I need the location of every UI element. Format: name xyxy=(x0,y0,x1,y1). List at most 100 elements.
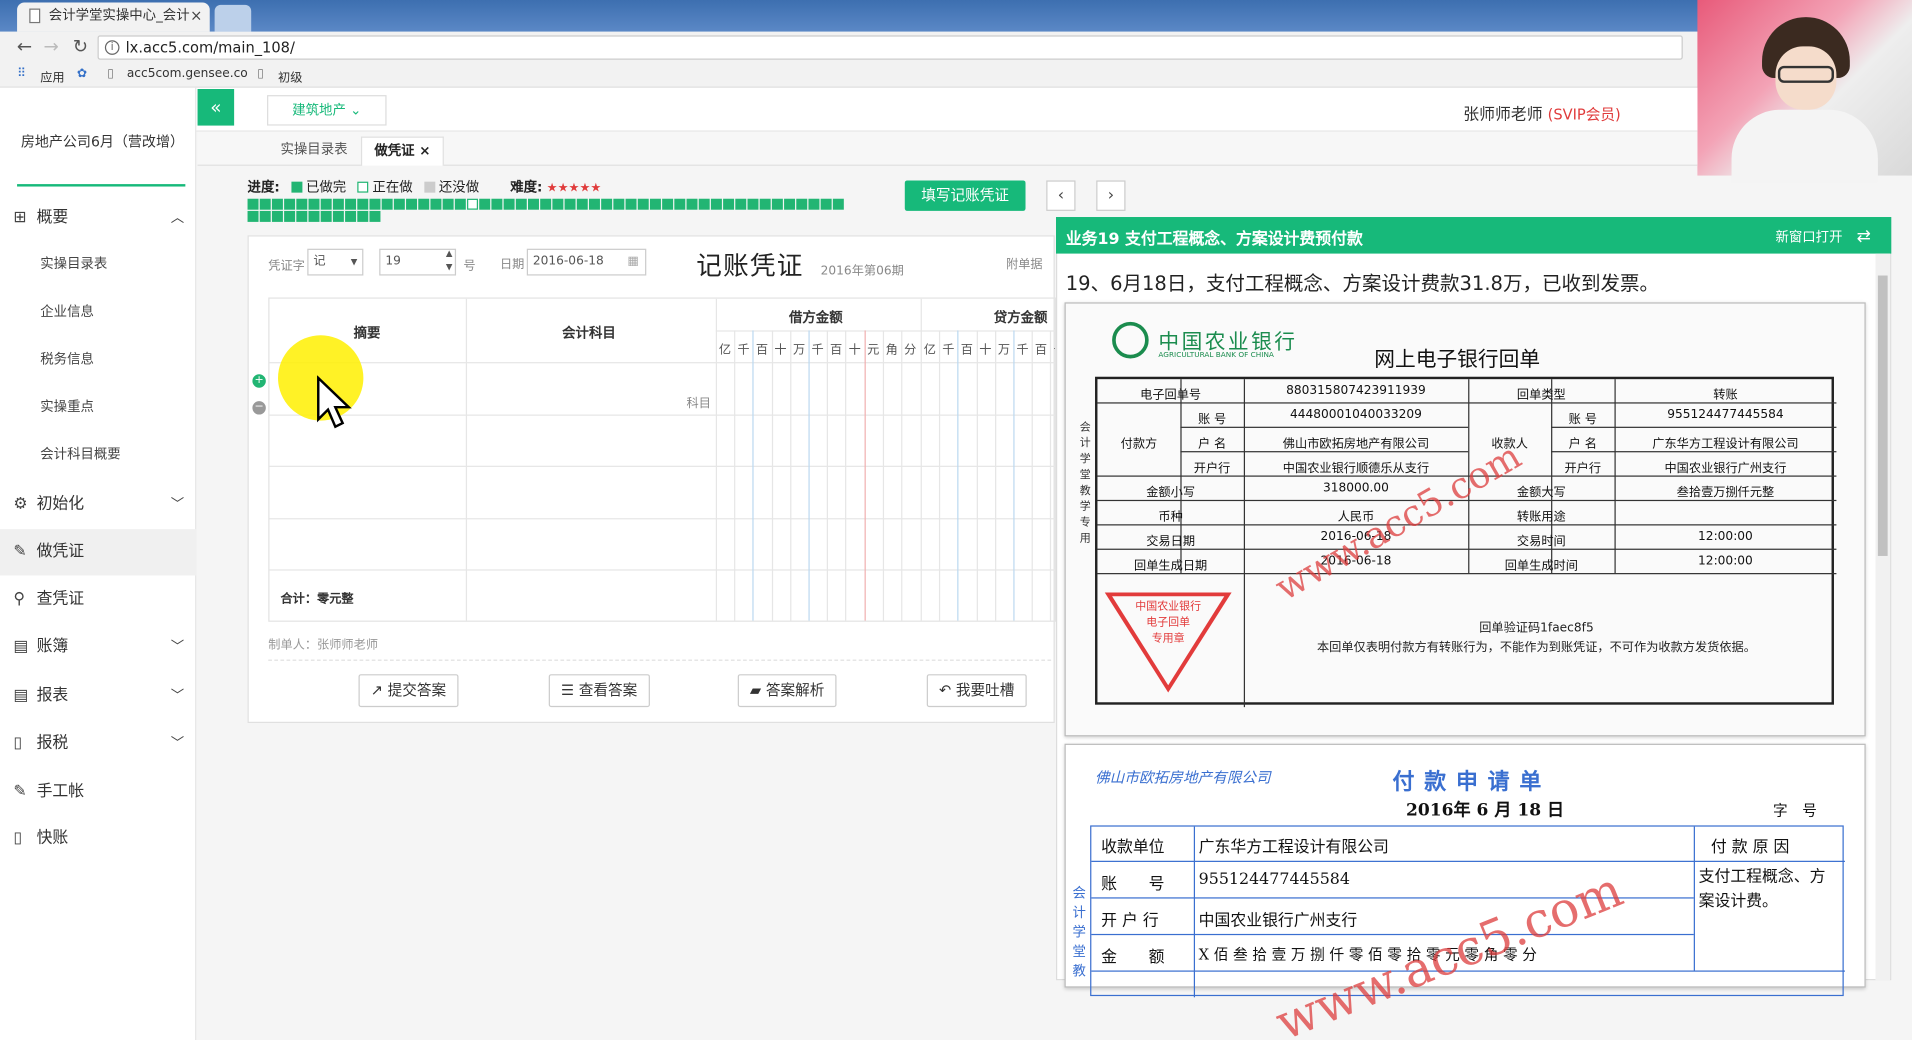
sidebar-item-overview[interactable]: ⊞ 概要 ︿ xyxy=(0,195,196,241)
progress-block[interactable] xyxy=(564,198,576,210)
progress-block[interactable] xyxy=(784,198,796,210)
progress-block[interactable] xyxy=(601,198,613,210)
progress-block[interactable] xyxy=(808,198,820,210)
sidebar-item-manual[interactable]: ✎ 手工帐 xyxy=(0,769,196,815)
next-task-button[interactable]: › xyxy=(1096,180,1126,211)
fill-voucher-button[interactable]: 填写记账凭证 xyxy=(904,180,1026,211)
reload-icon[interactable]: ↻ xyxy=(68,35,92,57)
sidebar-sub-company-info[interactable]: 企业信息 xyxy=(0,289,196,335)
progress-block[interactable] xyxy=(418,198,430,210)
progress-block[interactable] xyxy=(247,210,259,222)
progress-block[interactable] xyxy=(381,198,393,210)
panel-scrollbar[interactable] xyxy=(1875,253,1891,981)
progress-block[interactable] xyxy=(710,198,722,210)
progress-block[interactable] xyxy=(637,198,649,210)
progress-block[interactable] xyxy=(259,198,271,210)
progress-block[interactable] xyxy=(406,198,418,210)
progress-block[interactable] xyxy=(345,198,357,210)
progress-block[interactable] xyxy=(369,198,381,210)
sidebar-sub-catalog[interactable]: 实操目录表 xyxy=(0,241,196,287)
progress-block[interactable] xyxy=(674,198,686,210)
progress-block[interactable] xyxy=(320,198,332,210)
progress-block[interactable] xyxy=(576,198,588,210)
new-tab-button[interactable] xyxy=(214,4,252,32)
voucher-word-select[interactable]: 记 ▼ xyxy=(307,248,364,276)
progress-block[interactable] xyxy=(796,198,808,210)
feedback-button[interactable]: ↶ 我要吐槽 xyxy=(926,674,1027,708)
calendar-icon[interactable]: ▦ xyxy=(627,250,639,274)
progress-block[interactable] xyxy=(613,198,625,210)
progress-block[interactable] xyxy=(332,210,344,222)
bookmark-apps[interactable]: 应用 xyxy=(40,67,64,85)
progress-block[interactable] xyxy=(479,198,491,210)
progress-block[interactable] xyxy=(259,210,271,222)
url-input[interactable]: i lx.acc5.com/main_108/ xyxy=(97,35,1683,60)
view-answer-button[interactable]: ☰ 查看答案 xyxy=(548,674,650,708)
sector-dropdown[interactable]: 建筑地产 ⌄ xyxy=(267,95,387,126)
stepper-icon[interactable]: ▲ ▼ xyxy=(446,247,453,274)
apps-grid-icon[interactable]: ⠿ xyxy=(17,67,26,80)
progress-block[interactable] xyxy=(698,198,710,210)
sidebar-sub-accounts[interactable]: 会计科目概要 xyxy=(0,432,196,478)
progress-block[interactable] xyxy=(271,210,283,222)
bookmark-gensee[interactable]: acc5com.gensee.co xyxy=(127,67,248,80)
progress-block[interactable] xyxy=(357,198,369,210)
sidebar-item-quick[interactable]: ▯ 快账 xyxy=(0,816,196,862)
account-placeholder[interactable]: 科目 xyxy=(687,393,711,410)
progress-block[interactable] xyxy=(357,210,369,222)
sidebar-item-tax[interactable]: ▯ 报税 ﹀ xyxy=(0,721,196,767)
progress-block[interactable] xyxy=(454,198,466,210)
progress-block[interactable] xyxy=(832,198,844,210)
progress-block[interactable] xyxy=(332,198,344,210)
progress-block[interactable] xyxy=(247,198,259,210)
tab-catalog[interactable]: 实操目录表 xyxy=(268,137,359,166)
progress-block[interactable] xyxy=(491,198,503,210)
progress-block[interactable] xyxy=(528,198,539,210)
progress-block[interactable] xyxy=(393,198,405,210)
progress-block[interactable] xyxy=(467,198,479,210)
progress-block[interactable] xyxy=(296,210,308,222)
open-new-window-button[interactable]: 新窗口打开 ⇄ xyxy=(1775,227,1870,247)
progress-block[interactable] xyxy=(723,198,735,210)
progress-block[interactable] xyxy=(649,198,661,210)
progress-block[interactable] xyxy=(503,198,515,210)
progress-block[interactable] xyxy=(552,198,564,210)
progress-block[interactable] xyxy=(686,198,698,210)
tab-make-voucher[interactable]: 做凭证 × xyxy=(360,136,444,166)
progress-block[interactable] xyxy=(296,198,308,210)
sidebar-item-make-voucher[interactable]: ✎ 做凭证 xyxy=(0,529,197,576)
progress-block[interactable] xyxy=(284,210,296,222)
user-info[interactable]: 张师师老师 (SVIP会员) xyxy=(1463,101,1620,124)
remove-row-icon[interactable]: − xyxy=(252,401,266,415)
submit-answer-button[interactable]: ↗ 提交答案 xyxy=(358,674,459,708)
add-row-icon[interactable]: + xyxy=(252,374,266,388)
browser-tab[interactable]: 会计学堂实操中心_会计 × xyxy=(17,2,210,32)
progress-block[interactable] xyxy=(588,198,600,210)
prev-task-button[interactable]: ‹ xyxy=(1046,180,1076,211)
progress-block[interactable] xyxy=(625,198,637,210)
sidebar-item-ledger[interactable]: ▤ 账簿 ﹀ xyxy=(0,624,196,670)
progress-block[interactable] xyxy=(369,210,381,222)
sidebar-item-init[interactable]: ⚙ 初始化 ﹀ xyxy=(0,482,196,528)
answer-analysis-button[interactable]: ▰ 答案解析 xyxy=(737,674,837,708)
progress-block[interactable] xyxy=(662,198,674,210)
sidebar-sub-key-points[interactable]: 实操重点 xyxy=(0,384,196,430)
collapse-sidebar-button[interactable]: « xyxy=(197,89,235,126)
close-tab-icon[interactable]: × xyxy=(190,2,202,29)
back-arrow-icon[interactable]: ← xyxy=(12,35,36,57)
info-icon[interactable]: i xyxy=(104,40,120,55)
progress-block[interactable] xyxy=(308,198,320,210)
close-tab-icon[interactable]: × xyxy=(419,143,430,159)
bookmark-chuji[interactable]: 初级 xyxy=(278,67,302,85)
sidebar-item-reports[interactable]: ▤ 报表 ﹀ xyxy=(0,673,196,719)
progress-block[interactable] xyxy=(345,210,357,222)
sidebar-sub-tax-info[interactable]: 税务信息 xyxy=(0,336,196,382)
progress-block[interactable] xyxy=(284,198,296,210)
progress-block[interactable] xyxy=(747,198,759,210)
progress-block[interactable] xyxy=(759,198,771,210)
progress-block[interactable] xyxy=(320,210,332,222)
sidebar-item-query-voucher[interactable]: ⚲ 查凭证 xyxy=(0,577,196,623)
forward-arrow-icon[interactable]: → xyxy=(39,35,63,57)
progress-block[interactable] xyxy=(271,198,283,210)
progress-block[interactable] xyxy=(430,198,442,210)
